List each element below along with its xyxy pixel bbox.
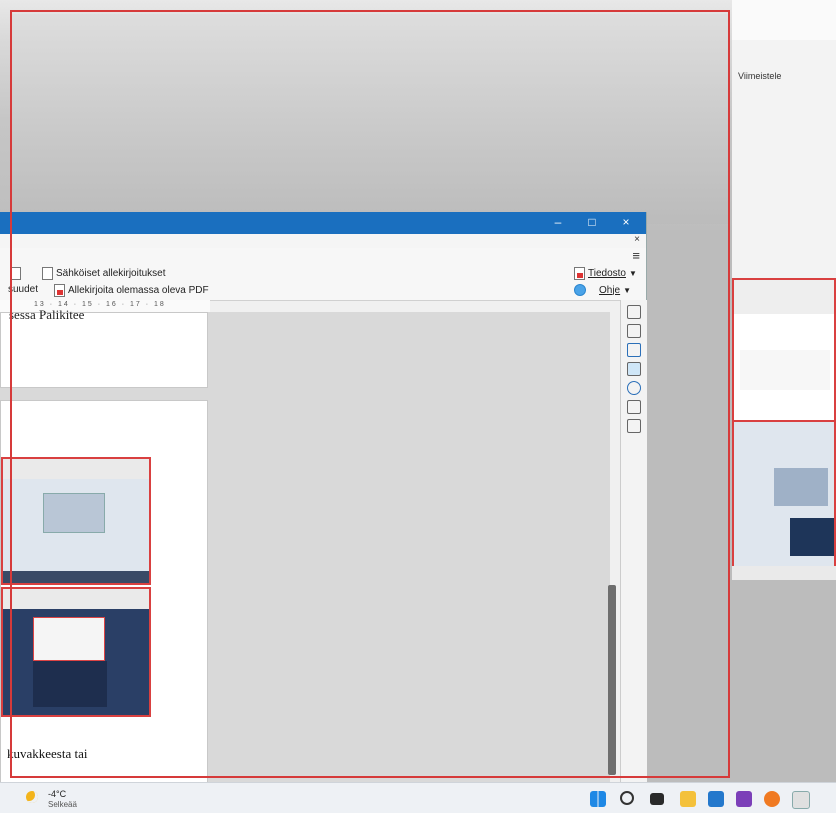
windows-start-icon[interactable] [590, 791, 606, 807]
ribbon-tab-viimeistele[interactable]: Viimeistele [738, 71, 781, 81]
moon-icon [26, 791, 38, 803]
onenote-icon[interactable] [736, 791, 752, 807]
thumbnail-text [740, 350, 830, 390]
background-tabbar [732, 0, 836, 41]
weather-temperature[interactable]: -4°C [48, 789, 66, 799]
thumbnail-taskbar [732, 566, 836, 580]
weather-condition[interactable]: Selkeää [48, 800, 77, 809]
thumbnail-window [774, 468, 828, 506]
thumbnail-toolbar [734, 280, 834, 314]
thumbnail-preview[interactable] [732, 278, 836, 568]
taskbar: -4°C Selkeää [0, 782, 836, 813]
mail-icon[interactable] [708, 791, 724, 807]
selection-frame [10, 10, 730, 778]
app-icon[interactable] [792, 791, 810, 809]
thumbnail-screenshot [734, 420, 834, 566]
file-explorer-icon[interactable] [680, 791, 696, 807]
search-icon[interactable] [620, 791, 634, 805]
firefox-icon[interactable] [764, 791, 780, 807]
thumbnail-wallpaper [790, 518, 834, 556]
task-view-icon[interactable] [650, 793, 664, 805]
